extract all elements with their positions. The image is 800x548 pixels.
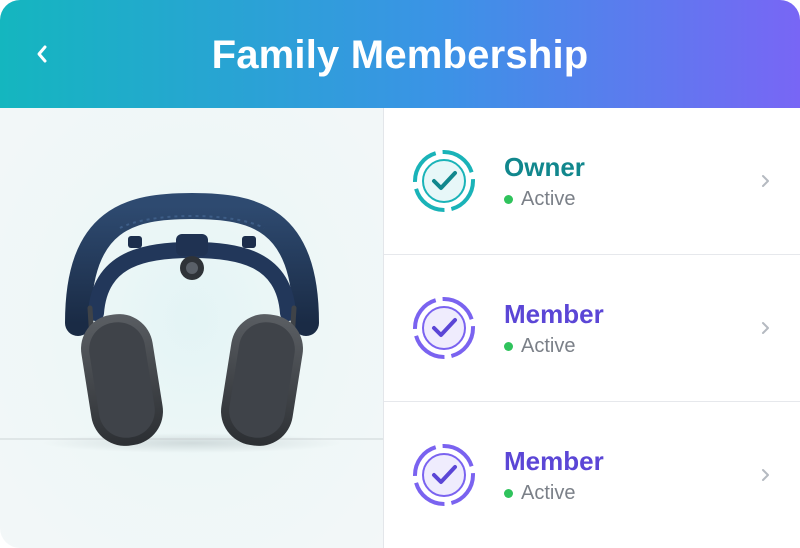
status-badge: Active	[504, 482, 604, 505]
chevron-right-icon	[762, 322, 769, 334]
verified-check-icon	[413, 150, 475, 212]
status-badge: Active	[504, 335, 604, 358]
member-role: Member	[504, 298, 604, 329]
status-text: Active	[521, 334, 576, 357]
member-row-owner[interactable]: Owner Active	[384, 108, 800, 254]
member-row-member[interactable]: Member Active	[384, 402, 800, 548]
headphones-image	[0, 192, 383, 453]
status-text: Active	[521, 187, 576, 210]
verified-check-icon	[413, 297, 475, 359]
chevron-left-icon	[37, 45, 47, 63]
page-title: Family Membership	[211, 32, 589, 77]
status-badge: Active	[504, 188, 585, 211]
status-dot	[504, 194, 513, 204]
member-role: Owner	[504, 151, 585, 182]
status-text: Active	[521, 481, 576, 504]
member-row-member[interactable]: Member Active	[384, 255, 800, 401]
verified-check-icon	[413, 444, 475, 506]
member-role: Member	[504, 445, 604, 476]
chevron-right-icon	[762, 469, 769, 481]
family-membership-screen: Family Membership Owner Active Member Ac…	[0, 0, 800, 548]
chevron-right-icon	[762, 175, 769, 187]
members-list: Owner Active Member Active Member Active	[384, 108, 800, 548]
product-image-panel	[0, 108, 383, 548]
status-dot	[504, 488, 513, 498]
back-button[interactable]	[24, 34, 60, 74]
status-dot	[504, 341, 513, 351]
header-bar: Family Membership	[0, 0, 800, 108]
